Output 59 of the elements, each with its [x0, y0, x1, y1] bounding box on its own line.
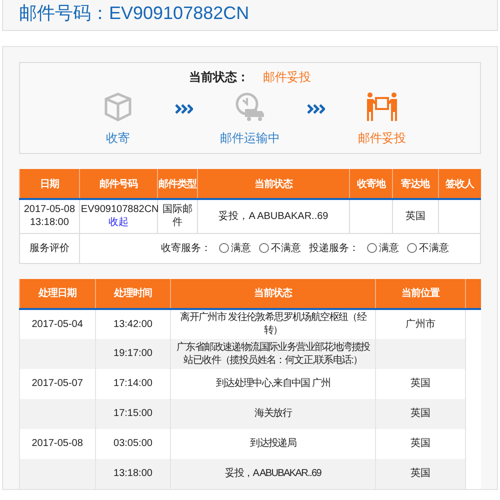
- radio-button[interactable]: [218, 243, 229, 253]
- collapse-link[interactable]: 收起: [108, 217, 129, 228]
- radio-label: 满意: [378, 242, 399, 254]
- table-cell: 英国: [410, 438, 430, 449]
- column-header: 处理日期: [20, 278, 96, 308]
- table-cell: 英国: [392, 199, 438, 233]
- table-cell: 妥投，A ABUBAKAR..69: [197, 199, 350, 233]
- radio-label: 满意: [230, 242, 251, 254]
- table-cell: 19:17:00: [114, 348, 152, 359]
- column-header: 当前位置: [375, 278, 466, 308]
- table-cell: 到达处理中心,来自中国 广州: [216, 377, 330, 390]
- table-cell-text: 离开广州市 发往伦敦希思罗机场航空枢纽（经转）: [179, 311, 368, 337]
- chevrons-icon: [175, 104, 193, 114]
- table-cell: 广州市: [405, 318, 436, 330]
- rating-label: 收寄服务：: [160, 242, 211, 254]
- people-carrying-box-icon: [366, 92, 398, 122]
- table-cell: 13:18:00: [114, 468, 152, 479]
- table-cell-text: 广东省邮政速递物流国际业务营业部花地湾揽投站已收件（揽投员姓名：何文正,联系电话:）: [175, 340, 371, 366]
- column-header: 签收人: [438, 169, 480, 199]
- table-cell: 英国: [410, 408, 430, 419]
- table-cell: 服务评价: [20, 233, 80, 263]
- chevrons-icon: [307, 104, 325, 114]
- column-header: 寄达地: [392, 169, 438, 199]
- table-cell: 到达投递局: [250, 437, 296, 450]
- radio-label: 不满意: [270, 242, 301, 254]
- tracking-title: 邮件号码：EV909107882CN: [19, 2, 250, 24]
- table-cell: 2017-05-08 13:18:00: [20, 199, 80, 233]
- stage-label: 邮件妥投: [358, 130, 406, 147]
- table-cell: 13:42:00: [114, 318, 152, 330]
- radio-label: 不满意: [418, 242, 449, 254]
- table-cell: 妥投，A ABUBAKAR..69: [225, 467, 322, 480]
- radio-button[interactable]: [366, 243, 377, 253]
- column-header: 邮件号码: [79, 169, 158, 199]
- column-header: 当前状态: [170, 278, 376, 308]
- table-cell: 英国: [410, 468, 430, 479]
- table-cell: 2017-05-07: [32, 378, 83, 389]
- status-label: 当前状态：: [189, 69, 249, 86]
- table-cell: 2017-05-08: [32, 438, 83, 449]
- radio-button[interactable]: [258, 243, 269, 253]
- column-header: 日期: [20, 169, 80, 199]
- stage-label: 邮件运输中: [220, 130, 280, 147]
- table-cell: EV909107882CN: [80, 203, 156, 216]
- table-cell: 03:05:00: [114, 438, 152, 449]
- column-header: 邮件类型: [158, 169, 198, 199]
- table-cell: 17:14:00: [114, 378, 152, 389]
- table-cell: 2017-05-04: [32, 318, 83, 330]
- table-cell: 17:15:00: [114, 408, 152, 419]
- column-header: 当前状态: [197, 169, 350, 199]
- table-cell: 海关放行: [254, 407, 292, 420]
- column-header: 收寄地: [350, 169, 393, 199]
- rating-label: 投递服务：: [308, 242, 359, 254]
- column-header: 处理时间: [95, 278, 171, 308]
- table-cell: 国际邮件: [158, 199, 198, 233]
- package-icon: [103, 92, 133, 122]
- table-cell: 英国: [410, 378, 430, 389]
- status-value: 邮件妥投: [263, 69, 311, 86]
- radio-button[interactable]: [406, 243, 417, 253]
- clock-truck-icon: [235, 92, 265, 122]
- stage-label: 收寄: [106, 130, 130, 147]
